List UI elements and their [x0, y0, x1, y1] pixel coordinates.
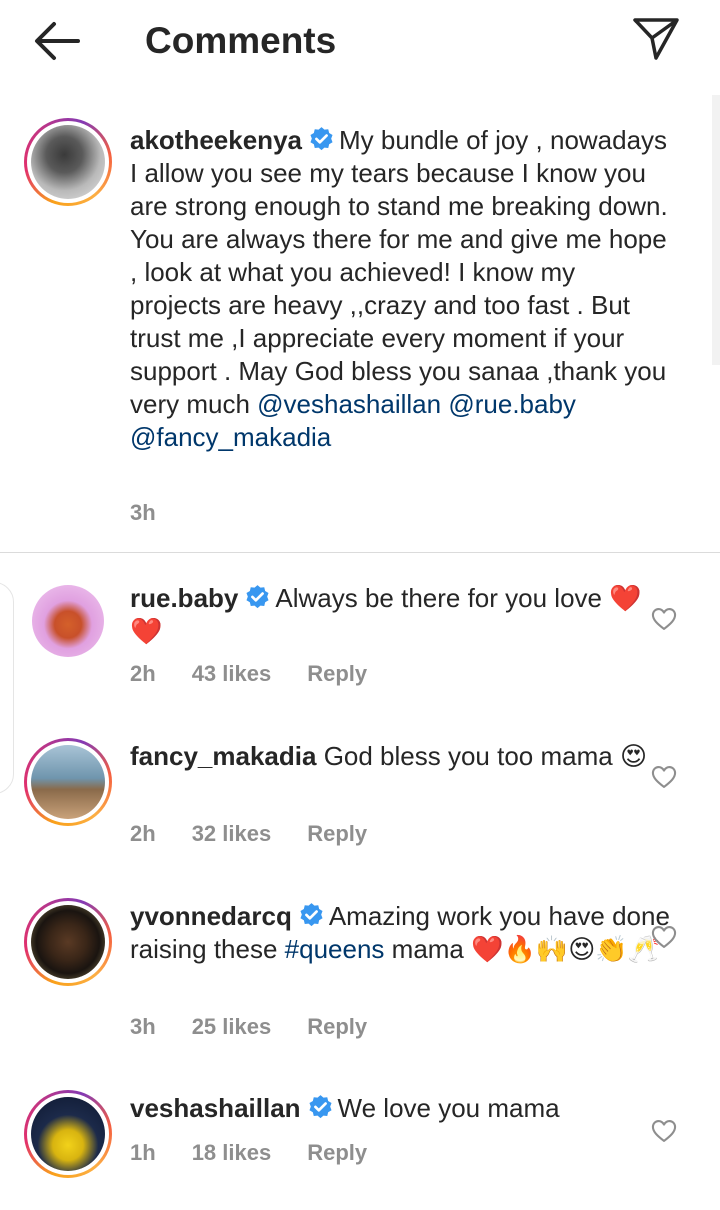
caption-body: My bundle of joy , nowadays I allow you … — [130, 125, 668, 419]
comment-body-end: mama — [391, 934, 464, 964]
likes-count[interactable]: 25 likes — [192, 1014, 272, 1040]
comment-body: We love you mama — [337, 1093, 560, 1123]
caption-text: akotheekenya My bundle of joy , nowadays … — [130, 124, 670, 454]
reply-button[interactable]: Reply — [307, 1140, 367, 1166]
heart-icon[interactable] — [650, 763, 678, 791]
comment-username[interactable]: veshashaillan — [130, 1093, 301, 1123]
comment-body: God bless you too mama — [323, 741, 613, 771]
side-panel-handle[interactable] — [0, 582, 14, 794]
comment-username[interactable]: rue.baby — [130, 583, 238, 613]
comment-username[interactable]: fancy_makadia — [130, 741, 316, 771]
hashtag-link[interactable]: #queens — [285, 934, 385, 964]
timestamp: 3h — [130, 1014, 156, 1039]
caption-meta: 3h — [130, 500, 192, 526]
heart-icon[interactable] — [650, 923, 678, 951]
emoji: ❤️🔥🙌😍👏🥂 — [471, 934, 661, 964]
comment-text: rue.baby Always be there for you love ❤️❤… — [130, 582, 670, 648]
timestamp: 2h — [130, 821, 156, 846]
page-title: Comments — [145, 20, 337, 61]
reply-button[interactable]: Reply — [307, 821, 367, 847]
comment-text: yvonnedarcq Amazing work you have done ra… — [130, 900, 670, 966]
verified-badge-icon — [310, 127, 333, 151]
comment-username[interactable]: yvonnedarcq — [130, 901, 292, 931]
likes-count[interactable]: 43 likes — [192, 661, 272, 687]
emoji: 😍 — [619, 741, 648, 771]
scrollbar[interactable] — [712, 95, 720, 365]
timestamp: 1h — [130, 1140, 156, 1165]
comment-meta: 2h 32 likes Reply — [130, 821, 403, 847]
verified-badge-icon — [300, 903, 323, 927]
timestamp: 2h — [130, 661, 156, 686]
comment-meta: 1h 18 likes Reply — [130, 1140, 403, 1166]
comment-body: Always be there for you love — [275, 583, 602, 613]
top-bar: Comments — [0, 0, 720, 84]
share-button[interactable] — [630, 14, 682, 64]
avatar[interactable] — [24, 898, 112, 986]
comment-meta: 3h 25 likes Reply — [130, 1014, 403, 1040]
likes-count[interactable]: 18 likes — [192, 1140, 272, 1166]
verified-badge-icon — [246, 585, 269, 609]
reply-button[interactable]: Reply — [307, 661, 367, 687]
mention-link[interactable]: @rue.baby — [448, 389, 576, 419]
likes-count[interactable]: 32 likes — [192, 821, 272, 847]
mention-link[interactable]: @fancy_makadia — [130, 422, 331, 452]
paper-plane-icon — [633, 18, 679, 60]
avatar[interactable] — [24, 118, 112, 206]
avatar[interactable] — [32, 585, 104, 657]
timestamp: 3h — [130, 500, 156, 525]
avatar[interactable] — [24, 738, 112, 826]
avatar[interactable] — [24, 1090, 112, 1178]
mention-link[interactable]: @veshashaillan — [257, 389, 441, 419]
divider — [0, 552, 720, 553]
heart-icon[interactable] — [650, 605, 678, 633]
comment-meta: 2h 43 likes Reply — [130, 661, 403, 687]
comment-text: fancy_makadia God bless you too mama 😍 — [130, 740, 670, 773]
caption-username[interactable]: akotheekenya — [130, 125, 302, 155]
arrow-left-icon — [35, 22, 80, 60]
comment-text: veshashaillan We love you mama — [130, 1092, 670, 1125]
verified-badge-icon — [309, 1095, 332, 1119]
reply-button[interactable]: Reply — [307, 1014, 367, 1040]
heart-icon[interactable] — [650, 1117, 678, 1145]
back-button[interactable] — [30, 18, 82, 64]
